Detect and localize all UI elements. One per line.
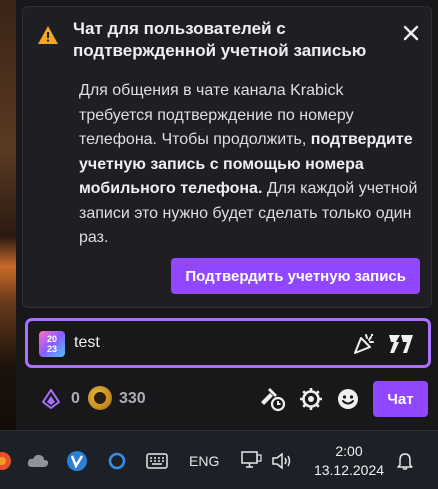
verification-notice: Чат для пользователей с подтвержденной у…	[22, 6, 432, 308]
party-icon[interactable]	[352, 332, 376, 356]
close-button[interactable]	[399, 21, 423, 45]
browser-icon[interactable]	[0, 449, 14, 473]
clock-date: 13.12.2024	[313, 462, 385, 478]
verify-account-button[interactable]: Подтвердить учетную запись	[171, 258, 420, 294]
circle-app-icon[interactable]	[105, 449, 129, 473]
cloud-icon[interactable]	[26, 449, 50, 473]
bits-count: 0	[71, 390, 80, 407]
warning-icon	[38, 26, 58, 44]
notification-bell-icon[interactable]	[395, 451, 415, 471]
close-icon	[403, 25, 419, 41]
volume-icon[interactable]	[270, 449, 294, 473]
emote-icon[interactable]	[336, 387, 360, 411]
badge-line1: 20	[46, 334, 57, 344]
notice-body: Для общения в чате канала Krabick требуе…	[79, 79, 419, 251]
system-clock[interactable]: 2:00 13.12.2024	[309, 442, 389, 480]
network-icon[interactable]	[240, 449, 264, 473]
notice-title: Чат для пользователей с подтвержденной у…	[73, 19, 367, 60]
mod-tools-icon[interactable]	[258, 386, 286, 412]
channel-points-icon[interactable]	[88, 386, 112, 410]
language-indicator[interactable]: ENG	[189, 453, 219, 469]
7tv-icon[interactable]	[388, 333, 414, 355]
settings-icon[interactable]	[299, 387, 323, 411]
chat-bottom-bar: 0 330 Чат	[16, 376, 438, 422]
channel-points-count[interactable]: 330	[119, 390, 146, 408]
vk-icon[interactable]	[65, 449, 89, 473]
chat-send-button[interactable]: Чат	[373, 381, 428, 417]
video-player-edge	[0, 0, 16, 430]
clock-time: 2:00	[335, 443, 363, 459]
windows-taskbar: ENG 2:00 13.12.2024	[0, 430, 438, 489]
chat-input-box[interactable]: 20 23	[25, 318, 431, 368]
keyboard-icon[interactable]	[145, 449, 169, 473]
subscriber-badge: 20 23	[39, 331, 65, 357]
badge-line2: 23	[46, 344, 57, 354]
bits-icon[interactable]	[41, 389, 61, 409]
chat-message-input[interactable]	[74, 334, 334, 352]
